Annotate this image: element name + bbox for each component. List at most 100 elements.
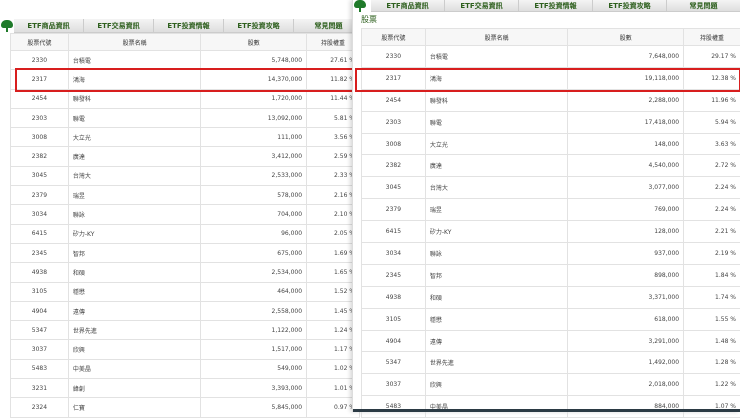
stock-code: 4938 <box>11 263 69 282</box>
nav-tab[interactable]: ETF交易資訊 <box>84 19 154 32</box>
shares: 1,122,000 <box>201 321 307 340</box>
table-row: 5483中美晶549,0001.02 % <box>11 359 360 378</box>
stock-code: 2330 <box>11 51 69 70</box>
nav-tab[interactable]: ETF商品資訊 <box>371 0 445 11</box>
shares: 13,092,000 <box>201 108 307 127</box>
stock-code: 3231 <box>11 379 69 398</box>
right-screenshot-panel: ETF商品資訊ETF交易資訊ETF投資情報ETF投資攻略常見問題 股票 股票代號… <box>352 0 740 412</box>
highlight-box <box>15 68 375 92</box>
shares: 769,000 <box>568 199 684 221</box>
nav-tab[interactable]: ETF投資攻略 <box>224 19 294 32</box>
stock-code: 2303 <box>11 108 69 127</box>
nav-tab[interactable]: ETF商品資訊 <box>14 19 84 32</box>
stock-name: 中美晶 <box>68 359 201 378</box>
shares: 3,291,000 <box>568 330 684 352</box>
stock-code: 4904 <box>11 301 69 320</box>
stock-name: 世界先進 <box>68 321 201 340</box>
column-header[interactable]: 股票名稱 <box>68 34 201 51</box>
column-header[interactable]: 持股權重 <box>684 29 740 46</box>
stock-name: 台積電 <box>425 46 568 68</box>
highlight-box <box>355 68 740 92</box>
stock-name: 台積電 <box>68 51 201 70</box>
table-row: 3105穩懋464,0001.52 % <box>11 282 360 301</box>
nav-tab[interactable]: ETF交易資訊 <box>445 0 519 11</box>
weight: 2.24 % <box>684 199 740 221</box>
table-row: 3045台灣大2,533,0002.33 % <box>11 166 360 185</box>
weight: 29.17 % <box>684 46 740 68</box>
stock-code: 2324 <box>11 398 69 417</box>
column-header[interactable]: 股票名稱 <box>425 29 568 46</box>
shares: 3,077,000 <box>568 177 684 199</box>
table-row: 4938和碩2,534,0001.65 % <box>11 263 360 282</box>
column-header[interactable]: 股數 <box>568 29 684 46</box>
table-row: 3105穩懋618,0001.55 % <box>362 308 740 330</box>
table-row: 2330台積電5,748,00027.61 % <box>11 51 360 70</box>
stock-name: 矽力-KY <box>68 224 201 243</box>
stock-name: 和碩 <box>68 263 201 282</box>
stock-name: 遠傳 <box>425 330 568 352</box>
stock-name: 穩懋 <box>68 282 201 301</box>
stock-name: 台灣大 <box>425 177 568 199</box>
stock-code: 5483 <box>362 396 426 418</box>
stock-code: 2382 <box>362 155 426 177</box>
stock-name: 欣興 <box>425 374 568 396</box>
stock-code: 5347 <box>362 352 426 374</box>
shares: 1,517,000 <box>201 340 307 359</box>
nav-tab[interactable]: ETF投資攻略 <box>593 0 667 11</box>
stock-code: 3105 <box>362 308 426 330</box>
shares: 464,000 <box>201 282 307 301</box>
table-row: 2379瑞昱578,0002.16 % <box>11 186 360 205</box>
tree-logo-icon <box>353 0 367 12</box>
table-row: 2345智邦898,0001.84 % <box>362 264 740 286</box>
table-row: 2303聯電13,092,0005.81 % <box>11 108 360 127</box>
table-row: 2454聯發科2,288,00011.96 % <box>362 89 740 111</box>
stock-code: 3045 <box>11 166 69 185</box>
weight: 2.21 % <box>684 221 740 243</box>
weight: 11.96 % <box>684 89 740 111</box>
weight: 1.55 % <box>684 308 740 330</box>
table-header: 股票代號股票名稱股數持股權重 <box>362 29 740 46</box>
column-header[interactable]: 股數 <box>201 34 307 51</box>
shares: 7,648,000 <box>568 46 684 68</box>
weight: 1.22 % <box>684 374 740 396</box>
nav-tab[interactable]: ETF投資情報 <box>519 0 593 11</box>
stock-code: 3034 <box>362 243 426 265</box>
stock-name: 廣達 <box>68 147 201 166</box>
stock-code: 3045 <box>362 177 426 199</box>
stock-name: 廣達 <box>425 155 568 177</box>
shares: 2,288,000 <box>568 89 684 111</box>
table-row: 2382廣達3,412,0002.59 % <box>11 147 360 166</box>
shares: 1,492,000 <box>568 352 684 374</box>
table-row: 2324仁寶5,845,0000.97 % <box>11 398 360 417</box>
weight: 2.24 % <box>684 177 740 199</box>
shares: 549,000 <box>201 359 307 378</box>
stock-code: 3008 <box>11 128 69 147</box>
shares: 111,000 <box>201 128 307 147</box>
shares: 3,393,000 <box>201 379 307 398</box>
stock-name: 聯電 <box>68 108 201 127</box>
stock-name: 瑞昱 <box>68 186 201 205</box>
column-header[interactable]: 股票代號 <box>11 34 69 51</box>
stock-code: 2345 <box>362 264 426 286</box>
stock-name: 仁寶 <box>68 398 201 417</box>
stock-code: 2379 <box>362 199 426 221</box>
stock-name: 穩懋 <box>425 308 568 330</box>
shares: 128,000 <box>568 221 684 243</box>
stock-code: 4904 <box>362 330 426 352</box>
table-header: 股票代號股票名稱股數持股權重 <box>11 34 360 51</box>
stock-name: 瑞昱 <box>425 199 568 221</box>
stock-name: 緯創 <box>68 379 201 398</box>
shares: 898,000 <box>568 264 684 286</box>
weight: 3.63 % <box>684 133 740 155</box>
stock-code: 2454 <box>362 89 426 111</box>
stock-name: 欣興 <box>68 340 201 359</box>
column-header[interactable]: 股票代號 <box>362 29 426 46</box>
stock-code: 2303 <box>362 111 426 133</box>
table-row: 4938和碩3,371,0001.74 % <box>362 286 740 308</box>
stock-name: 智邦 <box>68 243 201 262</box>
nav-tab[interactable]: 常見問題 <box>667 0 740 11</box>
stock-code: 3105 <box>11 282 69 301</box>
weight: 2.19 % <box>684 243 740 265</box>
nav-tab[interactable]: ETF投資情報 <box>154 19 224 32</box>
stock-code: 5347 <box>11 321 69 340</box>
